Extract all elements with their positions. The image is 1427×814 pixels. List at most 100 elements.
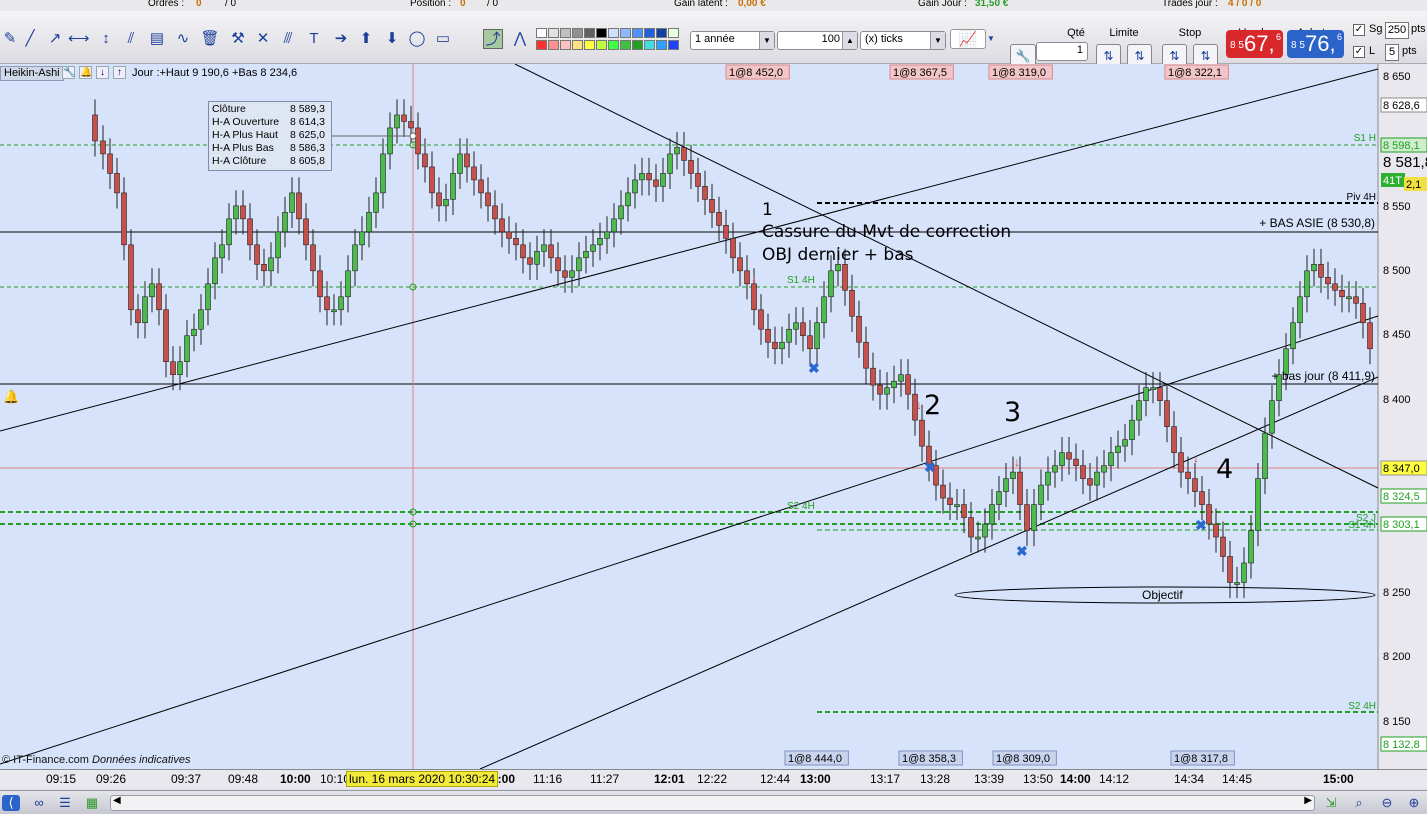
bell-icon[interactable]: 🔔 xyxy=(79,66,92,79)
horizontal-line-icon[interactable]: ⟷ xyxy=(68,29,90,49)
candle-bull xyxy=(142,296,148,324)
annotation-2: 2 xyxy=(924,390,941,421)
candle-bull xyxy=(219,244,225,259)
zoom-out-icon[interactable]: ⊖ xyxy=(1378,795,1396,811)
color-swatch[interactable] xyxy=(656,40,667,50)
sg-field[interactable]: 250 xyxy=(1385,22,1409,39)
wave-icon[interactable]: ∿ xyxy=(173,29,193,49)
scroll-right-icon[interactable]: ▶ xyxy=(1304,795,1312,806)
arrow-down-icon[interactable]: ↓ xyxy=(96,66,109,79)
wrench-icon[interactable]: 🔧 xyxy=(62,66,75,79)
color-swatch[interactable] xyxy=(572,40,583,50)
color-swatch[interactable] xyxy=(560,28,571,38)
arrow-up-icon[interactable]: ⬆ xyxy=(356,29,376,49)
color-swatch[interactable] xyxy=(548,40,559,50)
candle-bull xyxy=(954,504,960,507)
candle-bull xyxy=(1101,465,1107,473)
ellipse-icon[interactable]: ◯ xyxy=(407,29,427,49)
color-swatch[interactable] xyxy=(608,28,619,38)
color-swatch[interactable] xyxy=(572,28,583,38)
candle-bull xyxy=(212,257,218,285)
fan-icon[interactable]: ⋀ xyxy=(510,29,530,49)
time-axis[interactable]: 09:15 09:26 09:37 09:48 10:00 10:10 11:00 11:16… xyxy=(0,769,1427,789)
arrow-right-icon[interactable]: ➔ xyxy=(331,29,351,49)
l-field[interactable]: 5 xyxy=(1385,44,1399,61)
color-swatch[interactable] xyxy=(584,40,595,50)
link-icon[interactable]: ∞ xyxy=(30,795,48,811)
trash-icon[interactable]: 🗑 xyxy=(200,29,220,49)
color-swatch[interactable] xyxy=(560,40,571,50)
line-icon[interactable]: ╱ xyxy=(20,29,40,49)
time-tick-label: 14:00 xyxy=(1060,772,1091,786)
grid-icon[interactable]: ▦ xyxy=(83,795,101,811)
parallel-icon[interactable]: ⫻ xyxy=(278,29,298,49)
count-stepper[interactable]: 100 ▲ xyxy=(777,31,858,50)
color-swatch[interactable] xyxy=(668,28,679,38)
fibonacci-icon[interactable]: ▤ xyxy=(147,29,167,49)
candle-bear xyxy=(863,341,869,369)
sell-button[interactable]: 8 5 67, 6 xyxy=(1226,30,1283,58)
arrow-up-icon[interactable]: ↑ xyxy=(113,66,126,79)
chart-type-selector[interactable]: Heikin-Ashi xyxy=(0,66,64,81)
annotation-4: 4 xyxy=(1216,454,1233,485)
color-swatch[interactable] xyxy=(620,28,631,38)
trend-icon[interactable]: ⤴ xyxy=(483,29,503,49)
price-tick-label: 8 598,1 xyxy=(1383,140,1420,152)
candle-bull xyxy=(373,192,379,213)
share-icon[interactable]: ⟨ xyxy=(2,795,20,811)
indicators-icon[interactable]: 📈 xyxy=(950,29,986,49)
ohlc-row: Clôture 8 589,3 xyxy=(212,103,328,116)
channel-icon[interactable]: ⫽ xyxy=(121,29,141,49)
color-swatch[interactable] xyxy=(596,28,607,38)
color-swatch[interactable] xyxy=(644,28,655,38)
candle-bear xyxy=(1157,387,1163,401)
tools-icon[interactable]: ⚒ xyxy=(228,29,248,49)
sell-price-sup: 6 xyxy=(1275,32,1281,42)
cross-line-icon[interactable]: ✕ xyxy=(253,29,273,49)
candle-bear xyxy=(121,192,127,246)
buy-button[interactable]: 8 5 76, 6 xyxy=(1287,30,1344,58)
rectangle-icon[interactable]: ▭ xyxy=(433,29,453,49)
color-swatch[interactable] xyxy=(656,28,667,38)
unit-select[interactable]: (x) ticks ▼ xyxy=(860,31,946,50)
scroll-left-icon[interactable]: ◀ xyxy=(113,795,121,806)
list-icon[interactable]: ☰ xyxy=(56,795,74,811)
price-tick-label: 8 500 xyxy=(1383,265,1411,277)
period-select[interactable]: 1 année ▼ xyxy=(690,31,775,50)
color-swatch[interactable] xyxy=(620,40,631,50)
text-icon[interactable]: T xyxy=(304,29,324,49)
color-swatch[interactable] xyxy=(644,40,655,50)
order-tag-top-text: 1@8 367,5 xyxy=(893,67,947,79)
candle-bear xyxy=(527,257,533,265)
color-swatch[interactable] xyxy=(608,40,619,50)
time-tick-label: 12:44 xyxy=(760,772,791,786)
sg-checkbox[interactable]: ✓ xyxy=(1353,24,1365,36)
color-swatch[interactable] xyxy=(536,28,547,38)
color-swatch[interactable] xyxy=(596,40,607,50)
color-swatch[interactable] xyxy=(668,40,679,50)
color-swatch[interactable] xyxy=(536,40,547,50)
alarm-bell-icon[interactable]: 🔔 xyxy=(3,389,19,404)
pencil-icon[interactable]: ✎ xyxy=(0,29,20,49)
quantity-field[interactable]: 1 xyxy=(1036,42,1088,61)
zoom-in-icon[interactable]: ⊕ xyxy=(1405,795,1423,811)
zoom-fit-icon[interactable]: ⌕ xyxy=(1350,795,1368,811)
candle-bear xyxy=(709,199,715,213)
ray-icon[interactable]: ↗ xyxy=(45,29,65,49)
anchor-point[interactable] xyxy=(409,132,417,140)
candle-bull xyxy=(989,504,995,525)
auto-scale-icon[interactable]: ⇲ xyxy=(1322,795,1340,811)
candle-bull xyxy=(1241,562,1247,583)
chart-area[interactable]: ✖ ✖ ✖ ✖ ↓ ↓ ↓ ↓ Objectif 1 Cassure du Mvt de corre… xyxy=(0,64,1427,769)
arrow-down-icon[interactable]: ⬇ xyxy=(382,29,402,49)
color-swatch[interactable] xyxy=(632,28,643,38)
color-swatch[interactable] xyxy=(584,28,595,38)
color-swatch[interactable] xyxy=(632,40,643,50)
color-swatches[interactable] xyxy=(536,28,686,52)
vertical-line-icon[interactable]: ↕ xyxy=(96,29,116,49)
chart-scrollbar[interactable]: ◀ ▶ xyxy=(110,795,1315,811)
ohlc-value: 8 586,3 xyxy=(289,142,325,154)
chevron-down-icon[interactable]: ▼ xyxy=(986,29,996,49)
l-checkbox[interactable]: ✓ xyxy=(1353,46,1365,58)
color-swatch[interactable] xyxy=(548,28,559,38)
